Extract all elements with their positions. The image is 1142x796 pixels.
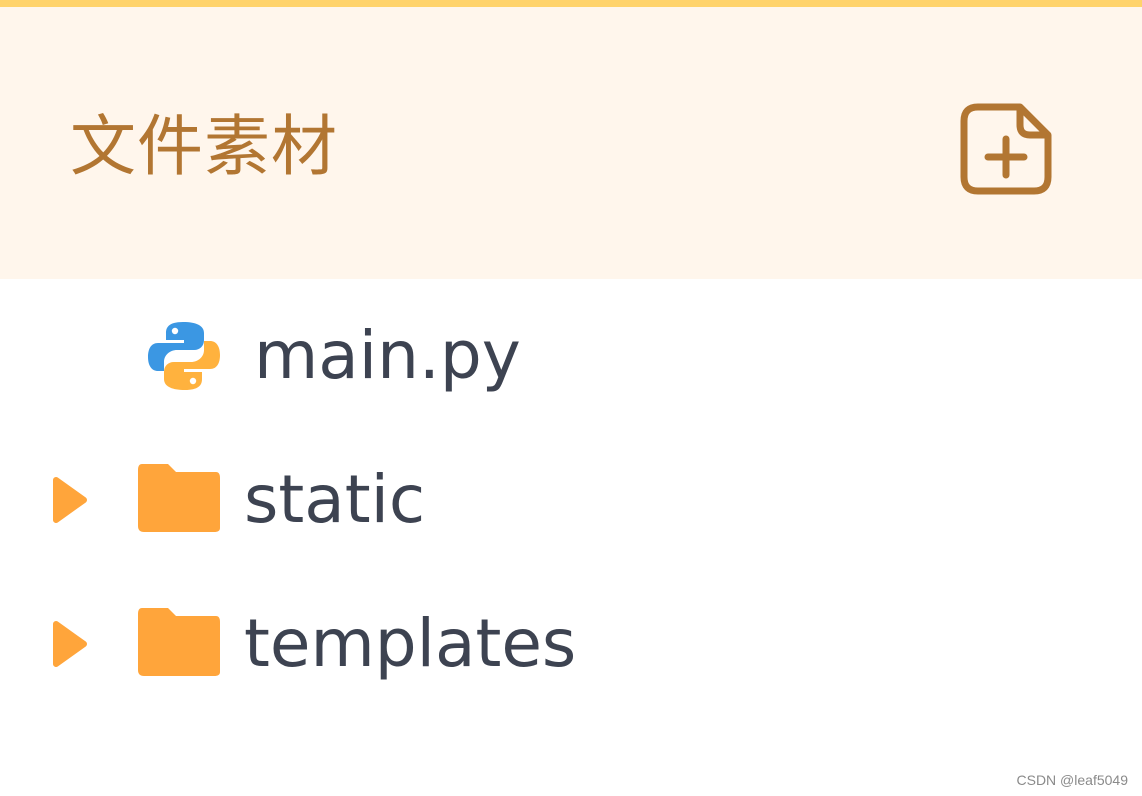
tree-item-templates[interactable]: templates [0, 584, 1142, 704]
panel-title: 文件素材 [70, 108, 338, 185]
file-materials-panel: 文件素材 main.py static templates CSDN @leaf… [0, 0, 1142, 796]
tree-item-label: templates [244, 605, 577, 682]
python-icon [148, 322, 220, 390]
top-accent-bar [0, 0, 1142, 7]
tree-item-label: main.py [254, 317, 521, 394]
add-file-button[interactable] [956, 99, 1056, 199]
folder-icon [138, 608, 220, 676]
folder-icon [138, 464, 220, 532]
tree-item-main-py[interactable]: main.py [0, 296, 1142, 416]
panel-header: 文件素材 [0, 7, 1142, 279]
caret-right-icon[interactable] [50, 474, 90, 526]
tree-item-label: static [244, 461, 426, 538]
tree-item-static[interactable]: static [0, 440, 1142, 560]
caret-right-icon[interactable] [50, 618, 90, 670]
watermark: CSDN @leaf5049 [1016, 772, 1129, 788]
add-file-icon [960, 103, 1052, 195]
